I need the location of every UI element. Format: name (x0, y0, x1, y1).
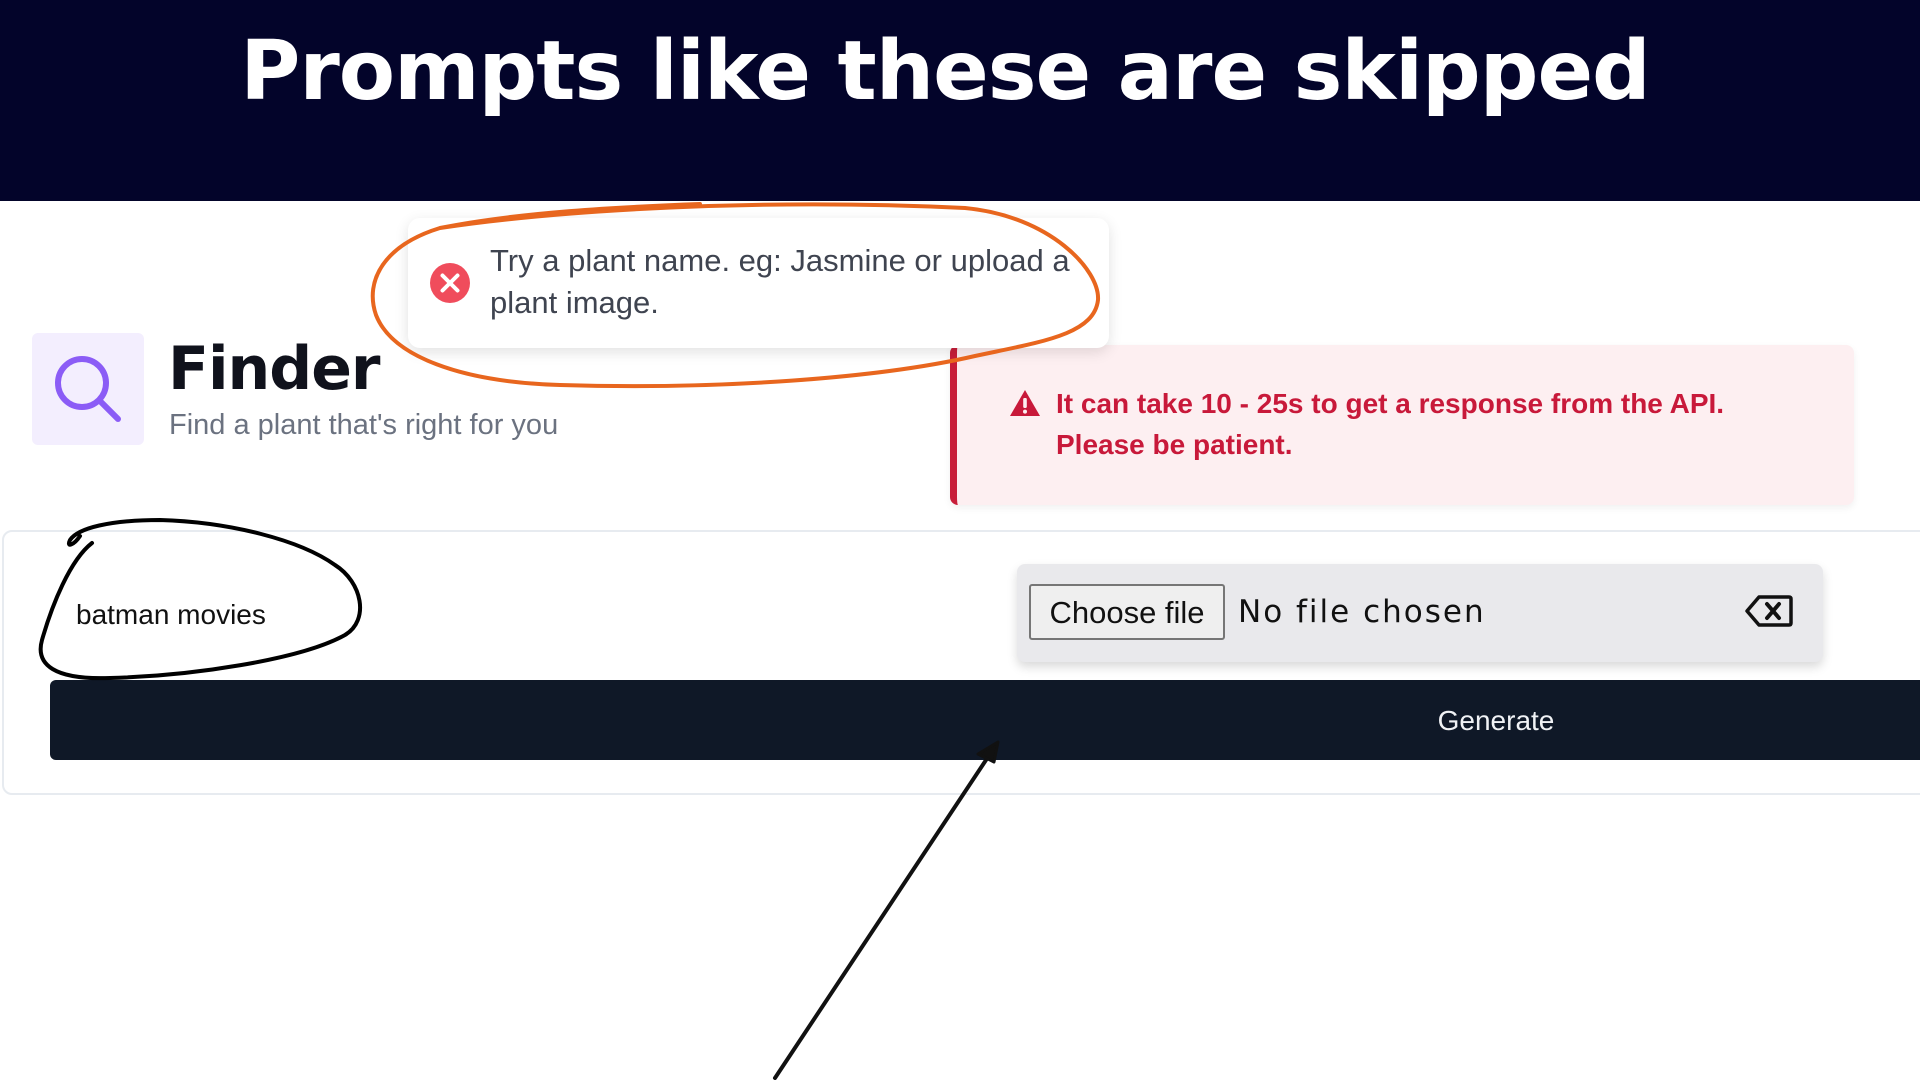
page: Prompts like these are skipped Finder Fi… (0, 0, 1920, 1080)
backspace-icon[interactable] (1745, 594, 1793, 628)
error-toast: Try a plant name. eg: Jasmine or upload … (408, 218, 1109, 348)
search-icon (55, 356, 121, 422)
prompt-input[interactable] (56, 580, 996, 650)
page-title: Finder (168, 334, 380, 404)
file-status: No file chosen (1238, 594, 1486, 630)
alert-message: It can take 10 - 25s to get a response f… (1056, 388, 1725, 460)
page-subtitle: Find a plant that's right for you (169, 409, 559, 441)
file-upload: Choose file No file chosen (1017, 564, 1823, 662)
generate-button[interactable]: Generate (50, 680, 1920, 760)
warning-alert: It can take 10 - 25s to get a response f… (950, 345, 1854, 505)
choose-file-button[interactable]: Choose file (1029, 584, 1225, 640)
warning-triangle-icon (1010, 390, 1040, 416)
caption-banner: Prompts like these are skipped (0, 0, 1920, 201)
finder-logo (32, 333, 144, 445)
banner-title: Prompts like these are skipped (240, 24, 1651, 119)
error-circle-icon (430, 263, 470, 303)
toast-message: Try a plant name. eg: Jasmine or upload … (490, 243, 1070, 320)
